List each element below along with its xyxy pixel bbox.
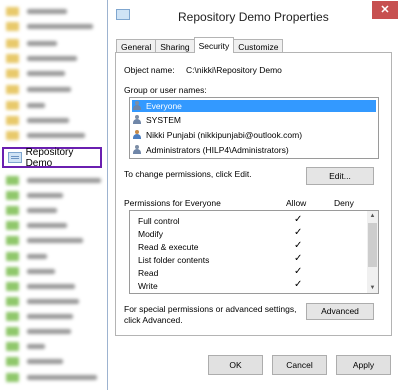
cancel-button[interactable]: Cancel: [272, 355, 327, 375]
allow-check-icon: ✓: [294, 266, 303, 277]
permission-row: Full control ✓: [138, 214, 368, 227]
permission-name: List folder contents: [138, 255, 210, 265]
properties-dialog: Repository Demo Properties ✕ General Sha…: [107, 0, 400, 390]
scroll-down-icon[interactable]: ▼: [367, 283, 378, 293]
sidebar-item-label: Repository Demo: [25, 146, 74, 169]
blurred-folder-list: [0, 0, 112, 390]
scroll-up-icon[interactable]: ▲: [367, 211, 378, 221]
permission-name: Modify: [138, 229, 164, 239]
tab-strip: General Sharing Security Customize: [116, 37, 284, 53]
allow-check-icon: ✓: [294, 240, 303, 251]
permission-name: Full control: [138, 216, 180, 226]
group-user-names-label: Group or user names:: [124, 85, 207, 95]
permissions-scrollbar[interactable]: ▲ ▼: [367, 211, 378, 293]
explorer-sidebar: Repository Demo: [0, 0, 112, 390]
user-row-administrators[interactable]: Administrators (HILP4\Administrators): [132, 144, 376, 156]
group-icon: [132, 115, 142, 125]
ok-button[interactable]: OK: [208, 355, 263, 375]
permission-row: Write ✓: [138, 279, 368, 292]
user-name: SYSTEM: [146, 115, 181, 125]
allow-check-icon: ✓: [294, 279, 303, 290]
sidebar-item-repository-demo[interactable]: Repository Demo: [2, 146, 102, 169]
edit-button[interactable]: Edit...: [306, 167, 374, 185]
folder-library-icon: [116, 9, 130, 20]
permission-row: Read & execute ✓: [138, 240, 368, 253]
user-name: Nikki Punjabi (nikkipunjabi@outlook.com): [146, 130, 303, 140]
close-icon: ✕: [380, 4, 390, 16]
user-row-system[interactable]: SYSTEM: [132, 114, 376, 126]
tab-customize[interactable]: Customize: [233, 39, 284, 53]
object-name-label: Object name:: [124, 65, 175, 75]
allow-check-icon: ✓: [294, 227, 303, 238]
scrollbar-thumb[interactable]: [368, 223, 377, 267]
group-icon: [132, 101, 142, 111]
user-name: Administrators (HILP4\Administrators): [146, 145, 289, 155]
permissions-list[interactable]: Full control ✓ Modify ✓ Read & execute ✓…: [129, 210, 379, 294]
user-row-everyone[interactable]: Everyone: [132, 100, 376, 112]
tab-security[interactable]: Security: [193, 37, 235, 53]
user-icon: [132, 130, 142, 140]
security-panel: Object name: C:\nikki\Repository Demo Gr…: [115, 52, 392, 336]
advanced-button[interactable]: Advanced: [306, 303, 374, 320]
permission-row: Read ✓: [138, 266, 368, 279]
close-button[interactable]: ✕: [372, 1, 398, 19]
allow-check-icon: ✓: [294, 253, 303, 264]
tab-sharing[interactable]: Sharing: [155, 39, 195, 53]
permission-name: Read: [138, 268, 159, 278]
allow-check-icon: ✓: [294, 214, 303, 225]
deny-header: Deny: [334, 198, 354, 208]
change-permissions-text: To change permissions, click Edit.: [124, 169, 252, 179]
allow-header: Allow: [286, 198, 307, 208]
user-list[interactable]: Everyone SYSTEM Nikki Punjabi (nikkipunj…: [129, 97, 379, 159]
special-permissions-text-line2: click Advanced.: [124, 315, 183, 325]
permission-row: List folder contents ✓: [138, 253, 368, 266]
folder-library-icon: [8, 152, 22, 163]
user-name: Everyone: [146, 101, 182, 111]
object-name-value: C:\nikki\Repository Demo: [186, 65, 282, 75]
permission-name: Write: [138, 281, 158, 291]
tab-general[interactable]: General: [116, 39, 157, 53]
user-row-nikki[interactable]: Nikki Punjabi (nikkipunjabi@outlook.com): [132, 129, 376, 141]
apply-button[interactable]: Apply: [336, 355, 391, 375]
permissions-for-label: Permissions for Everyone: [124, 198, 221, 208]
dialog-titlebar[interactable]: Repository Demo Properties ✕: [108, 0, 400, 34]
group-icon: [132, 145, 142, 155]
dialog-title: Repository Demo Properties: [178, 10, 329, 24]
permission-name: Read & execute: [138, 242, 199, 252]
special-permissions-text-line1: For special permissions or advanced sett…: [124, 304, 297, 314]
permission-row: Modify ✓: [138, 227, 368, 240]
